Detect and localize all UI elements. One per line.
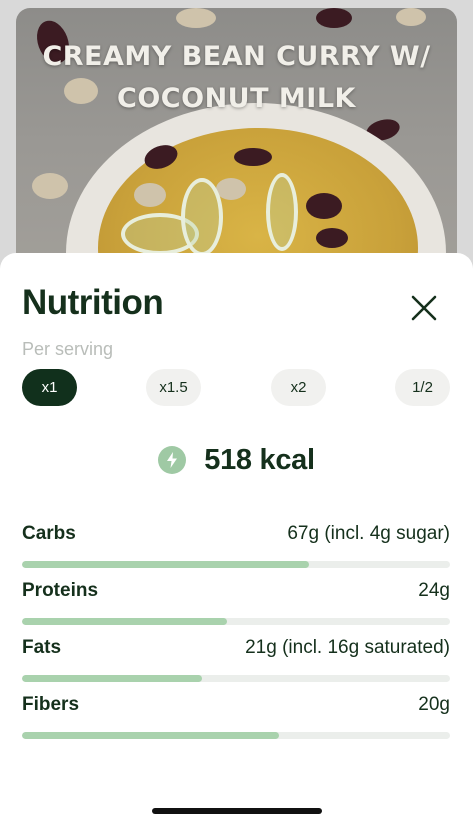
- energy-row: 518 kcal: [0, 440, 473, 480]
- nutrient-row-fats: Fats 21g (incl. 16g saturated): [22, 637, 450, 687]
- nutrient-amount: 67g (incl. 4g sugar): [287, 523, 450, 544]
- nutrient-amount: 21g (incl. 16g saturated): [245, 637, 450, 658]
- nutrient-bar-fill: [22, 732, 279, 739]
- bean-decoration: [306, 193, 342, 219]
- bean-decoration: [316, 228, 348, 248]
- lightning-bolt-icon: [158, 446, 187, 474]
- close-button[interactable]: [404, 288, 444, 328]
- nutrient-bar-track: [22, 618, 450, 625]
- portion-x1-5-button[interactable]: x1.5: [146, 369, 201, 406]
- nutrient-bar-track: [22, 732, 450, 739]
- portion-x2-button[interactable]: x2: [271, 369, 326, 406]
- leek-decoration: [181, 178, 223, 256]
- bean-decoration: [234, 148, 272, 166]
- nutrient-bar-fill: [22, 561, 309, 568]
- recipe-title-line2: COCONUT MILK: [117, 83, 356, 114]
- bean-decoration: [134, 183, 166, 207]
- nutrient-name: Proteins: [22, 580, 99, 601]
- nutrient-row-fibers: Fibers 20g: [22, 694, 450, 744]
- nutrient-name: Fibers: [22, 694, 80, 715]
- kcal-value: 518 kcal: [204, 443, 315, 476]
- nutrient-name: Carbs: [22, 523, 76, 544]
- close-icon: [411, 295, 437, 321]
- nutrient-bar-track: [22, 561, 450, 568]
- nutrition-sheet: Nutrition Per serving x1 x1.5 x2 1/2 518…: [0, 253, 473, 824]
- bean-decoration: [216, 178, 246, 200]
- portion-x1-button[interactable]: x1: [22, 369, 77, 406]
- nutrient-bar-fill: [22, 618, 228, 625]
- per-serving-label: Per serving: [22, 339, 114, 359]
- nutrient-name: Fats: [22, 637, 62, 658]
- nutrient-amount: 24g: [418, 580, 450, 601]
- recipe-title: CREAMY BEAN CURRY W/ COCONUT MILK: [16, 36, 457, 120]
- home-indicator[interactable]: [152, 808, 322, 814]
- nutrient-bar-track: [22, 675, 450, 682]
- portion-half-button[interactable]: 1/2: [395, 369, 450, 406]
- recipe-title-line1: CREAMY BEAN CURRY W/: [42, 41, 431, 72]
- nutrient-amount: 20g: [418, 694, 450, 715]
- bean-decoration: [32, 173, 68, 199]
- nutrient-row-proteins: Proteins 24g: [22, 580, 450, 630]
- bean-decoration: [316, 8, 352, 28]
- sheet-title: Nutrition: [22, 283, 164, 322]
- bean-decoration: [396, 8, 426, 26]
- bean-decoration: [176, 8, 216, 28]
- nutrient-row-carbs: Carbs 67g (incl. 4g sugar): [22, 523, 450, 573]
- leek-decoration: [266, 173, 298, 251]
- nutrient-bar-fill: [22, 675, 202, 682]
